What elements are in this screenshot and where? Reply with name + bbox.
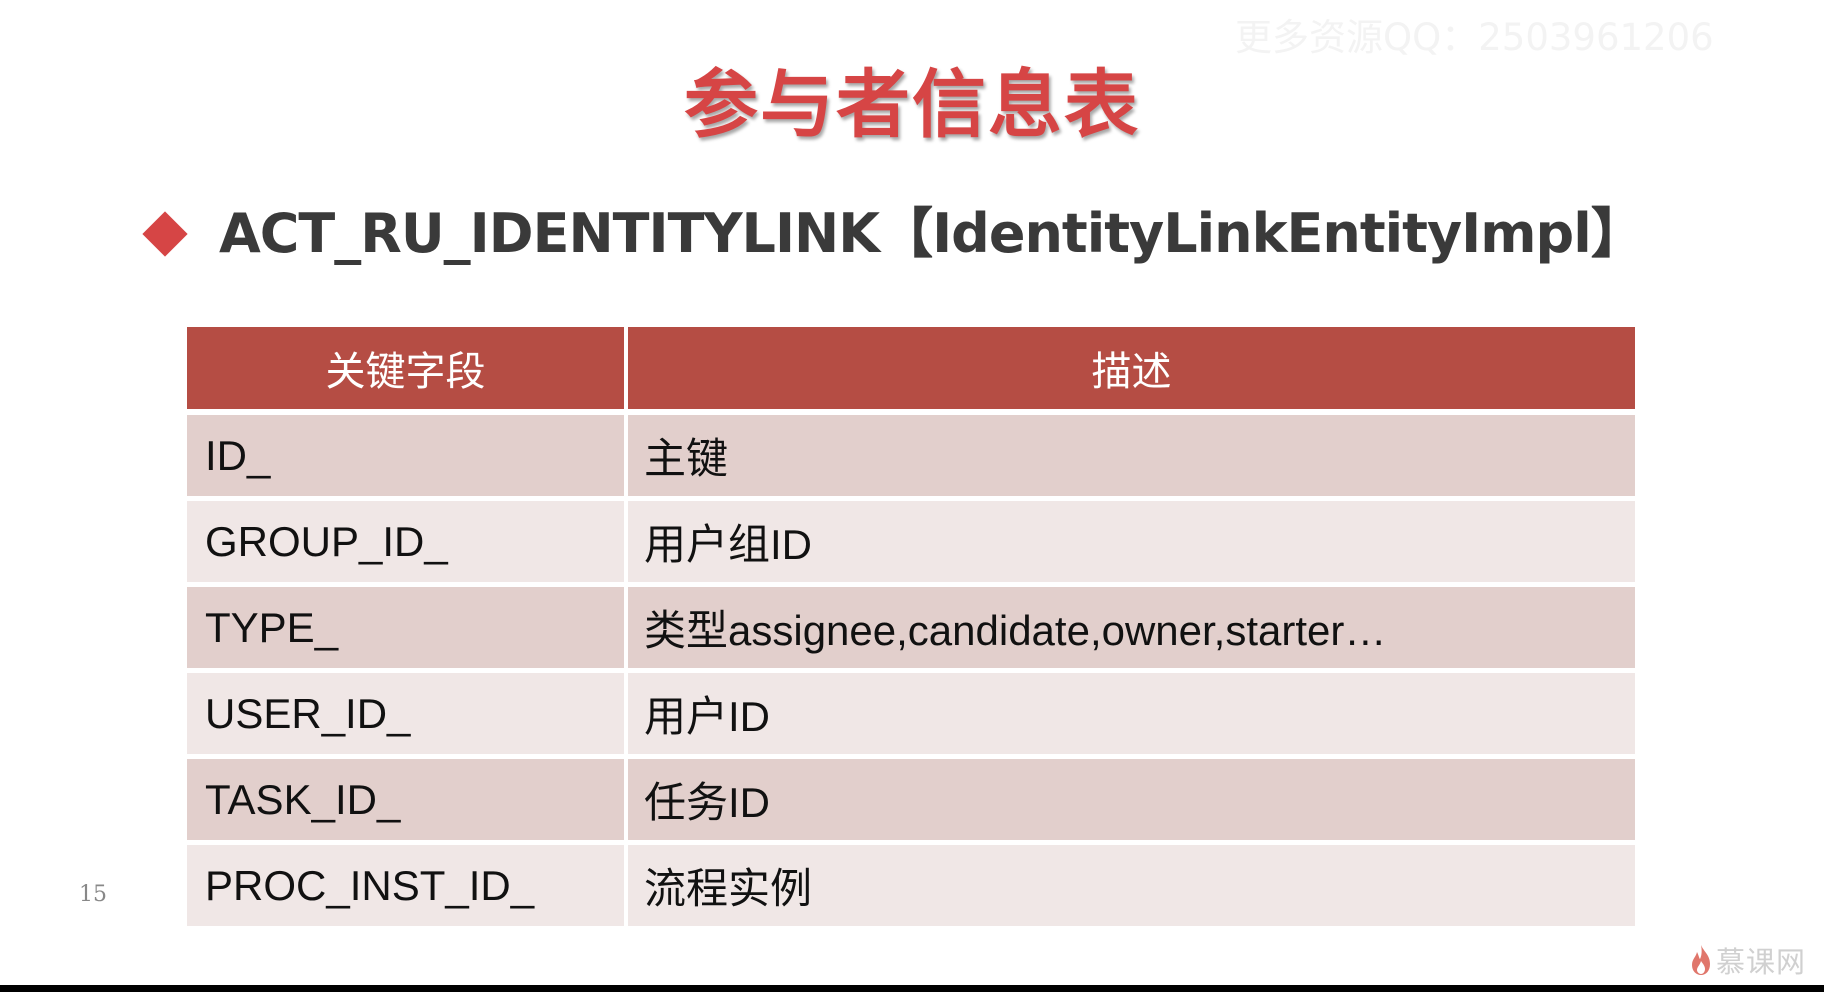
field-cell: GROUP_ID_ xyxy=(187,496,624,582)
description-cell: 用户ID xyxy=(624,668,1635,754)
slide-title: 参与者信息表 xyxy=(684,62,1140,148)
field-cell: PROC_INST_ID_ xyxy=(187,840,624,926)
description-cell: 用户组ID xyxy=(624,496,1635,582)
fields-table: 关键字段 描述 ID_ 主键 GROUP_ID_ 用户组ID TYPE_ 类型a… xyxy=(187,327,1635,926)
brand-logo: 慕课网 xyxy=(1690,940,1806,980)
header-key-field: 关键字段 xyxy=(187,327,624,409)
brand-text: 慕课网 xyxy=(1716,945,1807,979)
description-cell: 类型assignee,candidate,owner,starter… xyxy=(624,582,1635,668)
slide: 更多资源QQ：2503961206 参与者信息表 ACT_RU_IDENTITY… xyxy=(0,0,1824,985)
table-row: PROC_INST_ID_ 流程实例 xyxy=(187,840,1635,926)
table-row: TYPE_ 类型assignee,candidate,owner,starter… xyxy=(187,582,1635,668)
table-row: GROUP_ID_ 用户组ID xyxy=(187,496,1635,582)
field-cell: ID_ xyxy=(187,409,624,496)
field-cell: USER_ID_ xyxy=(187,668,624,754)
watermark-text: 更多资源QQ：2503961206 xyxy=(1235,16,1714,59)
table-header-row: 关键字段 描述 xyxy=(187,327,1635,409)
table-row: ID_ 主键 xyxy=(187,409,1635,496)
description-cell: 主键 xyxy=(624,409,1635,496)
description-cell: 流程实例 xyxy=(624,840,1635,926)
field-cell: TYPE_ xyxy=(187,582,624,668)
diamond-bullet-icon xyxy=(142,211,188,257)
flame-icon xyxy=(1692,945,1710,975)
table-row: TASK_ID_ 任务ID xyxy=(187,754,1635,840)
bullet-item: ACT_RU_IDENTITYLINK【IdentityLinkEntityIm… xyxy=(142,198,1645,270)
header-description: 描述 xyxy=(624,327,1635,409)
bullet-text: ACT_RU_IDENTITYLINK【IdentityLinkEntityIm… xyxy=(219,202,1645,265)
description-cell: 任务ID xyxy=(624,754,1635,840)
field-cell: TASK_ID_ xyxy=(187,754,624,840)
page-number: 15 xyxy=(79,882,107,907)
table-row: USER_ID_ 用户ID xyxy=(187,668,1635,754)
